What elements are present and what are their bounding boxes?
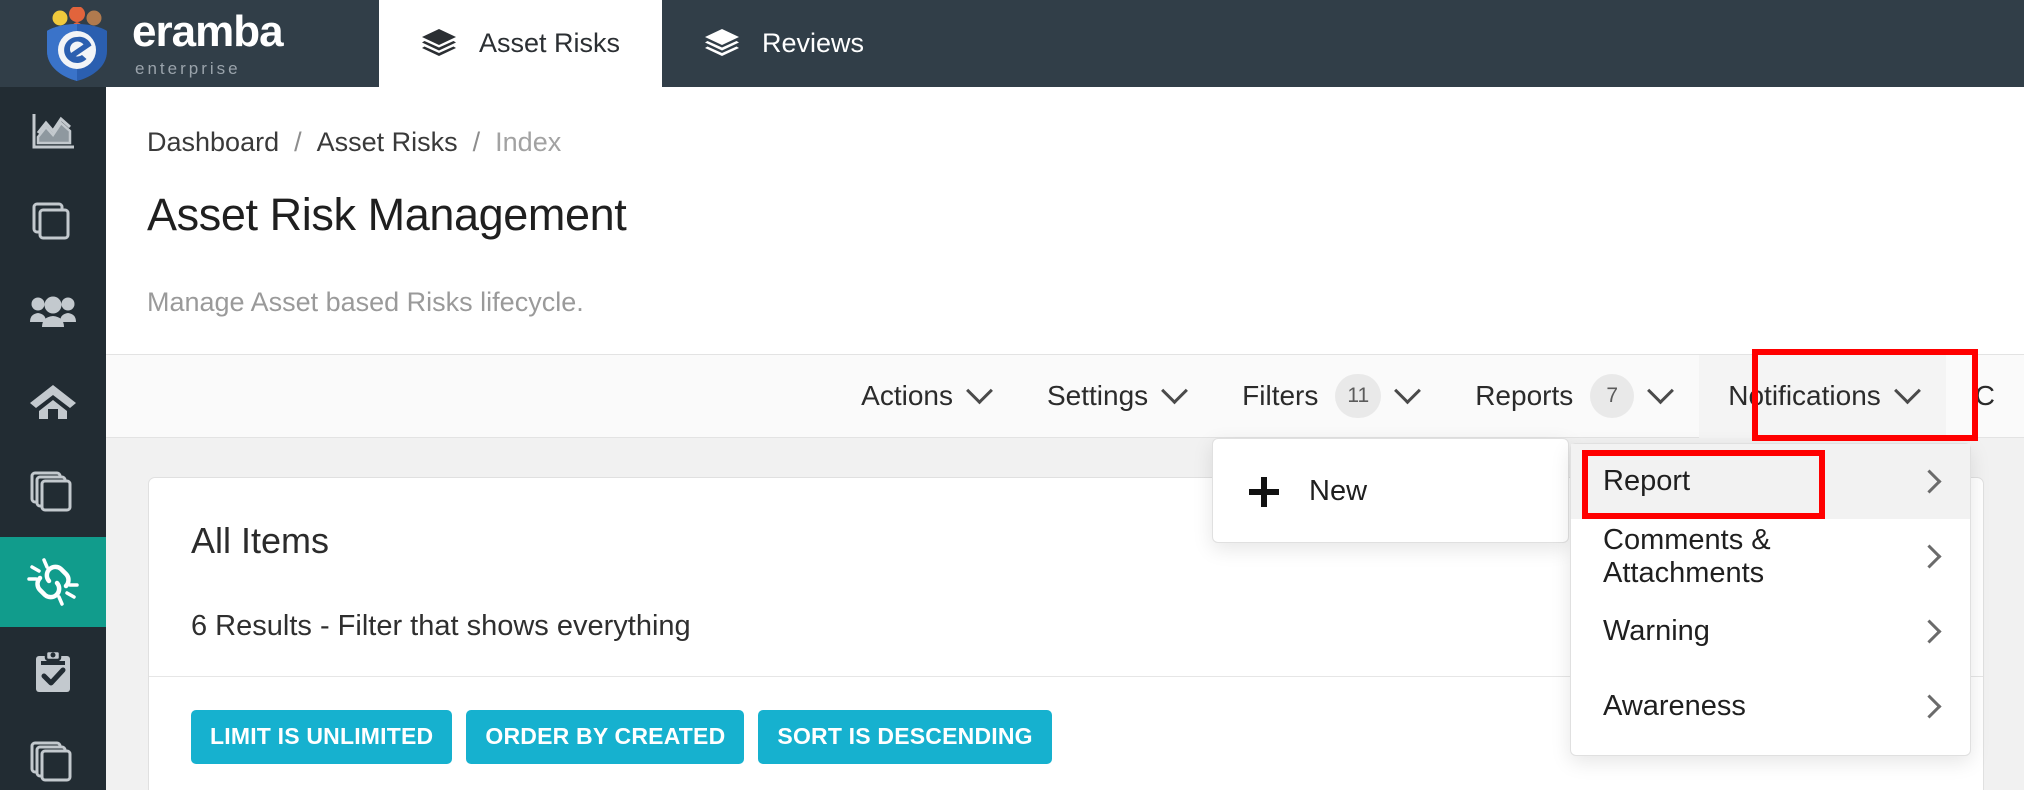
menu-item-label: Report (1603, 465, 1691, 497)
menu-item-new[interactable]: New (1213, 439, 1568, 544)
chevron-right-icon (1917, 469, 1942, 494)
toolbar-label: Reports (1475, 380, 1574, 411)
brand-logo[interactable]: eramba enterprise (0, 0, 379, 87)
plus-icon (1249, 476, 1279, 507)
toolbar-settings-button[interactable]: Settings (1018, 355, 1213, 438)
filter-chips: LIMIT IS UNLIMITED ORDER BY CREATED SORT… (191, 710, 1052, 764)
brand-subtitle: enterprise (135, 59, 241, 78)
toolbar-label: Notifications (1728, 380, 1881, 411)
sidebar-item-pages[interactable] (0, 717, 106, 790)
chevron-right-icon (1917, 544, 1942, 569)
users-group-icon (28, 293, 78, 331)
toolbar-label: C (1974, 380, 1995, 411)
copy-documents-icon (30, 200, 76, 244)
menu-item-label: Warning (1603, 615, 1710, 647)
chevron-down-icon (1893, 376, 1921, 404)
new-dropdown-panel: New (1212, 438, 1569, 543)
toolbar-label: Filters (1242, 380, 1319, 411)
breadcrumb-item-asset-risks[interactable]: Asset Risks (317, 127, 458, 158)
broken-link-icon (27, 557, 79, 607)
menu-item-report[interactable]: Report (1571, 444, 1970, 519)
breadcrumb-item-index: Index (495, 127, 562, 157)
sidebar-item-asset-risks[interactable] (0, 537, 106, 627)
top-nav-tabs: Asset Risks Reviews (379, 0, 2024, 87)
filters-count-badge: 11 (1335, 374, 1382, 418)
breadcrumb-separator: / (472, 127, 481, 157)
chevron-down-icon (966, 376, 993, 404)
breadcrumb-separator: / (294, 127, 302, 157)
copy-layers-icon (29, 470, 77, 514)
menu-item-label: Comments & Attachments (1603, 523, 1771, 589)
chevron-down-icon (1394, 376, 1422, 404)
toolbar-notifications-button[interactable]: Notifications (1699, 354, 1946, 438)
breadcrumb: Dashboard / Asset Risks / Index (147, 127, 561, 158)
tab-label: Asset Risks (479, 28, 621, 58)
sidebar-item-reviews[interactable] (0, 627, 106, 717)
tab-label: Reviews (762, 28, 865, 58)
notifications-dropdown-panel: Report Comments & Attachments Warning Aw… (1570, 443, 1971, 756)
chip-order[interactable]: ORDER BY CREATED (466, 710, 745, 764)
analytics-chart-icon (30, 111, 76, 153)
brand-name: eramba (132, 7, 284, 56)
chip-sort[interactable]: SORT IS DESCENDING (758, 710, 1052, 764)
breadcrumb-item-dashboard[interactable]: Dashboard (147, 127, 279, 158)
application-window: eramba enterprise Asset Risks Reviews Da… (0, 0, 2024, 790)
top-header-bar: eramba enterprise Asset Risks Reviews (0, 0, 2024, 87)
left-sidebar (0, 87, 106, 790)
page-header: Dashboard / Asset Risks / Index Asset Ri… (106, 87, 2024, 355)
brand-wordmark: eramba enterprise (132, 7, 284, 78)
chevron-right-icon (1917, 694, 1942, 719)
sidebar-item-users[interactable] (0, 267, 106, 357)
chevron-right-icon (1917, 619, 1942, 644)
menu-item-comments-attachments[interactable]: Comments & Attachments (1571, 519, 1970, 594)
tab-asset-risks[interactable]: Asset Risks (379, 0, 663, 87)
menu-item-label: Awareness (1603, 690, 1746, 722)
sidebar-item-home[interactable] (0, 357, 106, 447)
toolbar-label: Actions (861, 380, 953, 411)
chip-limit[interactable]: LIMIT IS UNLIMITED (191, 710, 453, 764)
page-toolbar: Actions Settings Filters 11 Reports 7 No… (106, 354, 2024, 438)
copy-pages-icon (29, 740, 77, 784)
toolbar-reports-button[interactable]: Reports 7 (1446, 355, 1699, 438)
chevron-down-icon (1647, 376, 1675, 404)
card-results-summary: 6 Results - Filter that shows everything (191, 610, 691, 642)
page-description: Manage Asset based Risks lifecycle. (147, 287, 584, 317)
tab-reviews[interactable]: Reviews (662, 0, 906, 87)
eramba-shield-logo-icon (38, 5, 116, 81)
toolbar-label: Settings (1046, 380, 1149, 411)
layers-icon (704, 28, 740, 60)
menu-item-label: New (1309, 475, 1368, 507)
reports-count-badge: 7 (1590, 374, 1635, 418)
sidebar-item-documents[interactable] (0, 177, 106, 267)
sidebar-item-layers[interactable] (0, 447, 106, 537)
menu-item-awareness[interactable]: Awareness (1571, 669, 1970, 744)
toolbar-comments-button[interactable]: C (1946, 355, 2024, 438)
toolbar-actions-button[interactable]: Actions (832, 355, 1018, 438)
menu-item-warning[interactable]: Warning (1571, 594, 1970, 669)
chevron-down-icon (1161, 376, 1189, 404)
layers-icon (421, 28, 457, 60)
clipboard-check-icon (31, 649, 75, 695)
home-icon (29, 383, 77, 421)
card-title: All Items (191, 520, 330, 561)
sidebar-item-dashboard[interactable] (0, 87, 106, 177)
toolbar-filters-button[interactable]: Filters 11 (1213, 355, 1446, 438)
page-title: Asset Risk Management (147, 189, 627, 240)
